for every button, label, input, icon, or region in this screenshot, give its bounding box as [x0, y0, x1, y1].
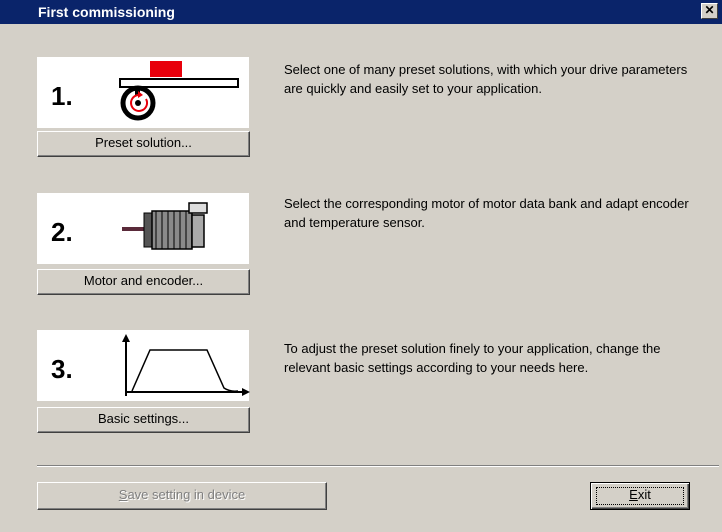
separator-highlight [37, 466, 719, 467]
step-3-description: To adjust the preset solution finely to … [284, 341, 661, 375]
close-icon: ✕ [704, 3, 715, 17]
close-button[interactable]: ✕ [701, 3, 718, 19]
step-1-card: 1. [37, 57, 249, 128]
motor-encoder-button-label: Motor and encoder... [83, 273, 204, 288]
save-setting-in-device-button[interactable]: Save setting in device [37, 482, 327, 510]
save-button-label: Save setting in device [118, 487, 246, 502]
preset-solution-icon [119, 61, 239, 121]
exit-button[interactable]: Exit [590, 482, 690, 510]
exit-button-label: Exit [629, 487, 651, 502]
preset-solution-button[interactable]: Preset solution... [37, 131, 250, 157]
basic-settings-button-label: Basic settings... [97, 411, 190, 426]
window-title: First commissioning [38, 4, 175, 20]
motor-icon [122, 202, 208, 250]
motion-profile-icon [122, 334, 250, 396]
step-2-number: 2. [51, 217, 73, 247]
title-bar: First commissioning ✕ [0, 0, 722, 24]
motor-encoder-button[interactable]: Motor and encoder... [37, 269, 250, 295]
basic-settings-button[interactable]: Basic settings... [37, 407, 250, 433]
step-2-description: Select the corresponding motor of motor … [284, 196, 689, 230]
preset-solution-button-label: Preset solution... [95, 135, 192, 150]
step-1-number: 1. [51, 81, 73, 111]
step-1-description: Select one of many preset solutions, wit… [284, 62, 688, 96]
step-2-card: 2. [37, 193, 249, 264]
step-3-number: 3. [51, 354, 73, 384]
step-3-card: 3. [37, 330, 250, 401]
